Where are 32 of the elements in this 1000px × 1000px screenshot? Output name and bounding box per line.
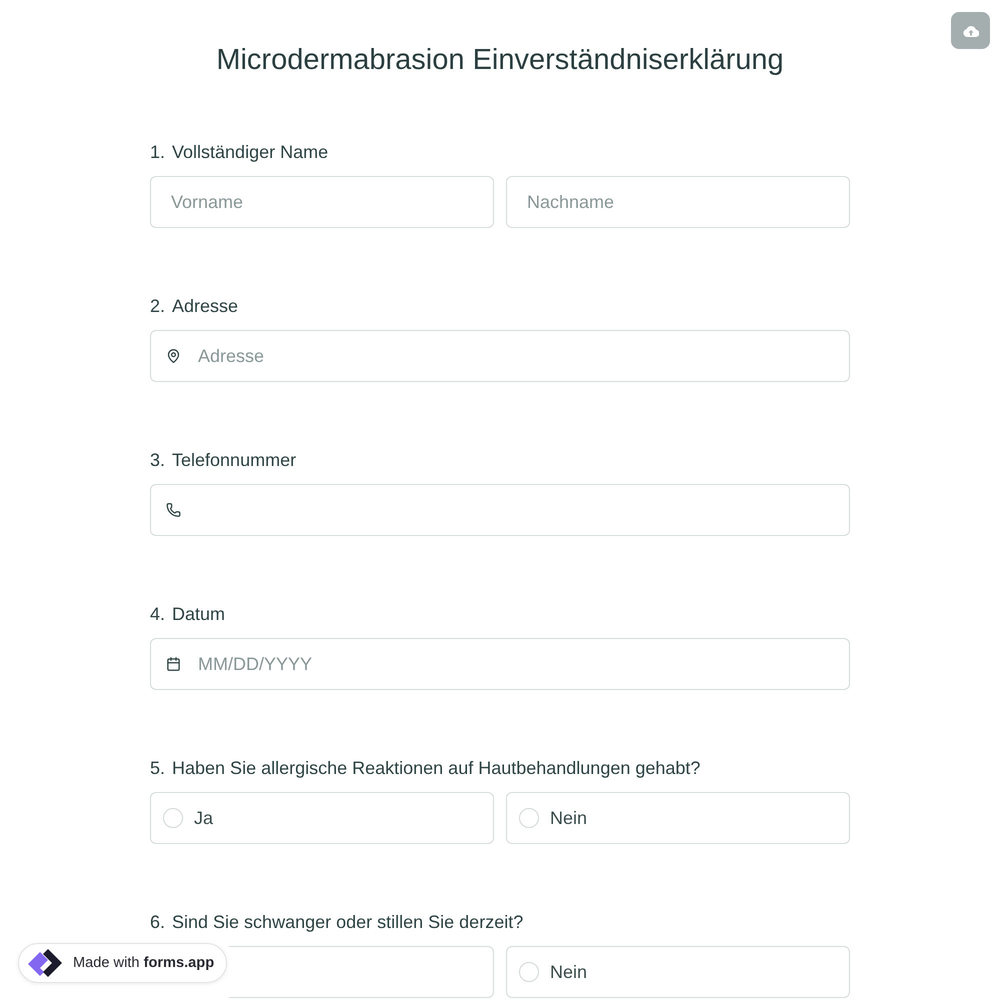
badge-text: Made with forms.app [73,955,214,971]
phone-icon [166,502,181,518]
input-field[interactable]: MM/DD/YYYY [150,638,850,690]
question-number: 1. [150,141,166,164]
question-number: 6. [150,911,166,934]
question-label: Datum [172,603,226,626]
question-number: 3. [150,449,166,472]
input-field[interactable]: Vorname [150,176,494,228]
question-label: Sind Sie schwanger oder stillen Sie derzeit? [172,911,524,934]
radio-icon [163,808,183,828]
question-number: 5. [150,757,166,780]
calendar-icon [166,656,181,672]
radio-icon [519,962,539,982]
cloud-upload-icon [962,24,978,36]
upload-button[interactable] [951,12,990,49]
question-label: Adresse [172,295,238,318]
option-button[interactable] [229,946,494,998]
question-label: Haben Sie allergische Reaktionen auf Hautbehandlungen gehabt? [172,757,700,780]
radio-icon [519,808,539,828]
map-pin-icon [166,348,181,364]
input-field[interactable]: Adresse [150,330,850,382]
input-field[interactable] [150,484,850,536]
made-with-badge[interactable]: Made with forms.app [18,943,228,983]
input-field[interactable]: Nachname [506,176,850,228]
option-button[interactable]: Ja [150,792,494,844]
option-button[interactable]: Nein [506,946,850,998]
question-number: 4. [150,603,166,626]
option-button[interactable]: Nein [506,792,850,844]
question-label: Vollständiger Name [172,141,328,164]
question-number: 2. [150,295,166,318]
form-title: Microdermabrasion Einverständniserklärung [216,43,784,78]
question-label: Telefonnummer [172,449,296,472]
